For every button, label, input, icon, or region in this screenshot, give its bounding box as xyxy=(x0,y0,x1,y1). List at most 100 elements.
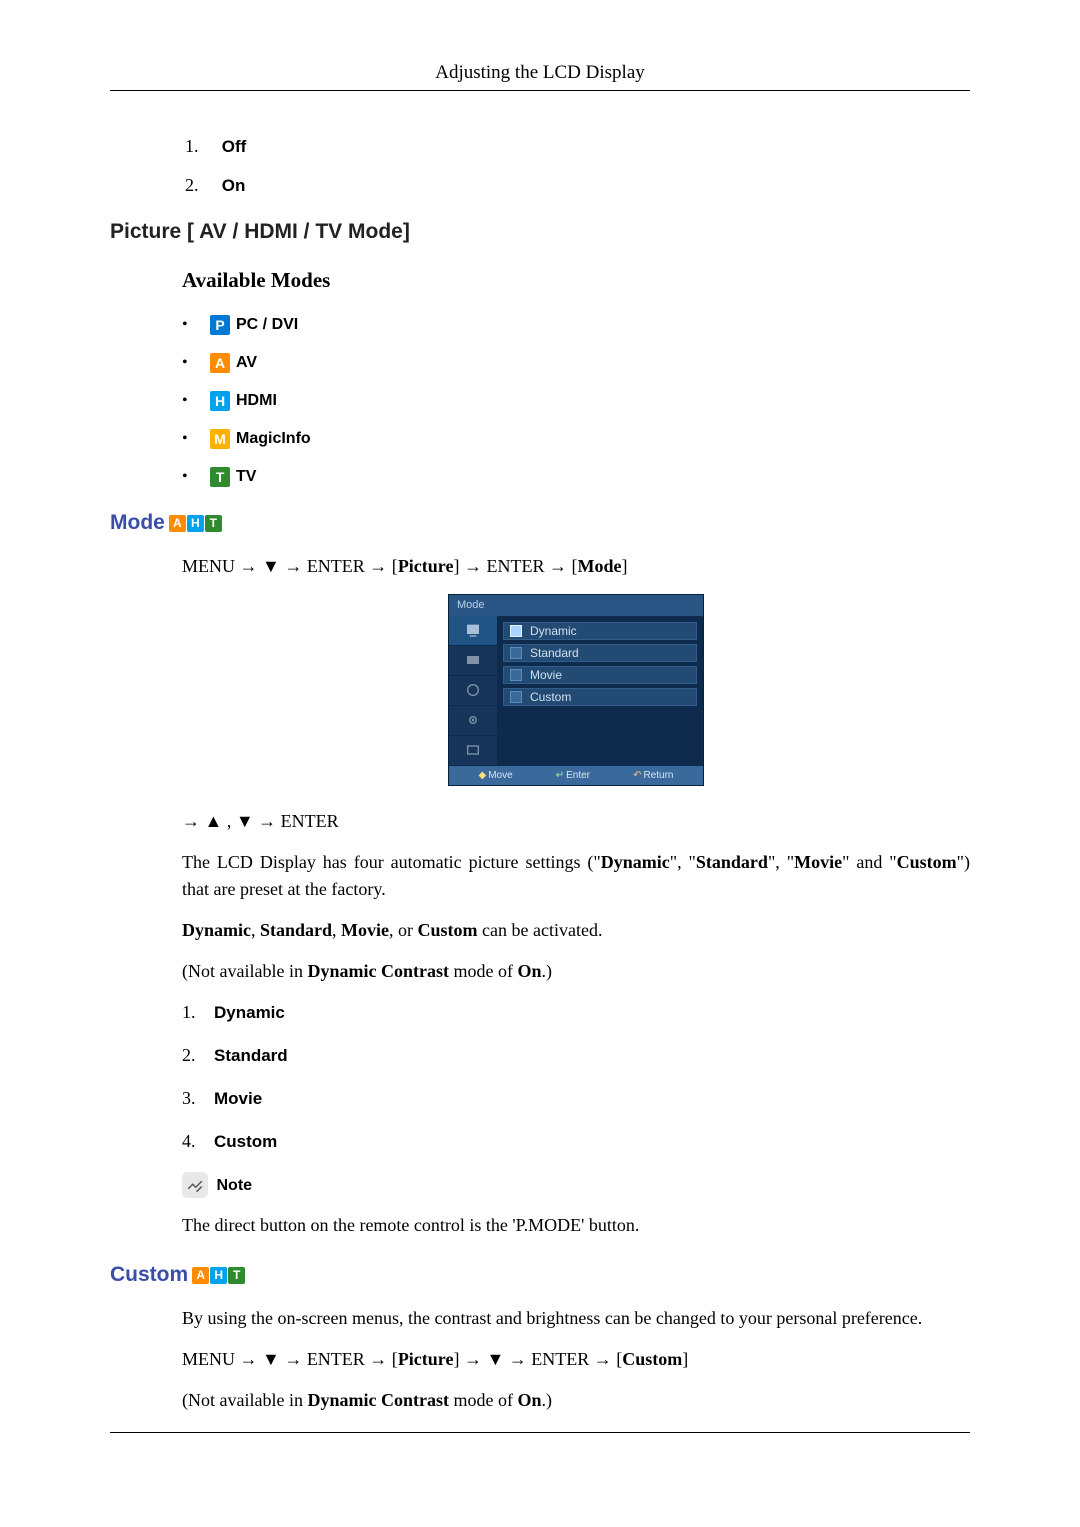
off-on-list: 1. Off 2. On xyxy=(185,136,970,196)
osd-sidebar xyxy=(449,616,497,766)
osd-item-label: Custom xyxy=(530,688,571,706)
osd-footer-move: ◆Move xyxy=(479,768,513,783)
nav-instruction: → ▲ , ▼ → ENTER xyxy=(182,808,970,835)
available-modes-heading: Available Modes xyxy=(182,268,970,293)
note-icon xyxy=(182,1172,208,1198)
p-badge-icon: P xyxy=(210,315,230,335)
text: , xyxy=(251,920,260,940)
list-item: 3.Movie xyxy=(182,1085,970,1112)
text-bold: Dynamic Contrast xyxy=(307,1390,449,1410)
mode-item-tv: • T TV xyxy=(182,467,970,487)
text: ] → ▼ → ENTER → [ xyxy=(453,1349,622,1369)
mode-description-2: Dynamic, Standard, Movie, or Custom can … xyxy=(182,917,970,944)
a-badge-icon: A xyxy=(192,1267,209,1284)
section-picture-heading: Picture [ AV / HDMI / TV Mode] xyxy=(110,220,970,244)
item-value: Movie xyxy=(214,1089,262,1108)
text-bold: Custom xyxy=(418,920,478,940)
mode-item-hdmi: • H HDMI xyxy=(182,391,970,411)
text: can be activated. xyxy=(478,920,603,940)
osd-footer-return: ↶Return xyxy=(633,768,673,783)
bullet-icon: • xyxy=(182,316,210,334)
note-header: Note xyxy=(182,1171,970,1199)
text: MENU → ▼ → ENTER → [ xyxy=(182,1349,398,1369)
custom-heading-text: Custom xyxy=(110,1263,188,1287)
custom-badge-group: A H T xyxy=(192,1267,246,1284)
note-text: The direct button on the remote control … xyxy=(182,1212,970,1239)
text: ", " xyxy=(670,852,696,872)
menu-path: MENU → ▼ → ENTER → [Picture] → ENTER → [… xyxy=(182,553,970,580)
t-badge-icon: T xyxy=(210,467,230,487)
osd-side-item-picture xyxy=(449,616,497,646)
text-bold: On xyxy=(517,1390,541,1410)
osd-body: Dynamic Standard Movie Custom xyxy=(449,616,703,766)
available-modes-list: • P PC / DVI • A AV • H HDMI • M MagicIn… xyxy=(182,315,970,487)
custom-menupath: MENU → ▼ → ENTER → [Picture] → ▼ → ENTER… xyxy=(182,1346,970,1373)
osd-item-label: Dynamic xyxy=(530,622,577,640)
h-badge-icon: H xyxy=(187,515,204,532)
t-badge-icon: T xyxy=(228,1267,245,1284)
page-header-title: Adjusting the LCD Display xyxy=(110,0,970,88)
bullet-icon: • xyxy=(182,430,210,448)
text: .) xyxy=(541,1390,552,1410)
custom-body: By using the on-screen menus, the contra… xyxy=(182,1305,970,1414)
item-number: 3. xyxy=(182,1085,214,1112)
mode-description-1: The LCD Display has four automatic pictu… xyxy=(182,849,970,903)
mode-badge-group: A H T xyxy=(169,515,223,532)
osd-side-item-channel xyxy=(449,676,497,706)
text-bold: Standard xyxy=(696,852,768,872)
text-bold: Custom xyxy=(897,852,957,872)
bullet-icon: • xyxy=(182,468,210,486)
text: (Not available in xyxy=(182,1390,307,1410)
item-value: Standard xyxy=(214,1046,288,1065)
menupath-text: ] → ENTER → [ xyxy=(453,556,577,576)
custom-description: By using the on-screen menus, the contra… xyxy=(182,1305,970,1332)
mode-label: PC / DVI xyxy=(236,316,298,334)
item-number: 2. xyxy=(185,175,217,196)
osd-footer-enter: ↵Enter xyxy=(556,768,590,783)
text: .) xyxy=(541,961,552,981)
osd-item-standard: Standard xyxy=(503,644,697,662)
t-badge-icon: T xyxy=(205,515,222,532)
text: , or xyxy=(389,920,418,940)
list-item: 1.Dynamic xyxy=(182,999,970,1026)
bullet-icon: • xyxy=(182,354,210,372)
list-item: 4.Custom xyxy=(182,1128,970,1155)
text: mode of xyxy=(449,1390,517,1410)
menupath-text: MENU → ▼ → ENTER → [ xyxy=(182,556,398,576)
osd-item-custom: Custom xyxy=(503,688,697,706)
osd-side-item-input xyxy=(449,736,497,766)
osd-footer-label: Return xyxy=(643,770,673,781)
mode-option-list: 1.Dynamic 2.Standard 3.Movie 4.Custom xyxy=(182,999,970,1155)
text: " and " xyxy=(842,852,897,872)
mode-heading: Mode A H T xyxy=(110,511,970,535)
text: The LCD Display has four automatic pictu… xyxy=(182,852,601,872)
menupath-text: ] xyxy=(621,556,627,576)
text: mode of xyxy=(449,961,517,981)
osd-item-label: Movie xyxy=(530,666,562,684)
text-bold: On xyxy=(517,961,541,981)
text-bold: Dynamic xyxy=(601,852,670,872)
text: (Not available in xyxy=(182,961,307,981)
custom-heading: Custom A H T xyxy=(110,1263,970,1287)
osd-marker-icon xyxy=(510,669,522,681)
item-number: 1. xyxy=(185,136,217,157)
text: ", " xyxy=(768,852,794,872)
list-item: 1. Off xyxy=(185,136,970,157)
osd-marker-icon xyxy=(510,625,522,637)
custom-availability: (Not available in Dynamic Contrast mode … xyxy=(182,1387,970,1414)
mode-label: MagicInfo xyxy=(236,430,311,448)
osd-list: Dynamic Standard Movie Custom xyxy=(497,616,703,766)
text-bold: Movie xyxy=(341,920,389,940)
h-badge-icon: H xyxy=(210,391,230,411)
footer-divider xyxy=(110,1432,970,1433)
item-value: Custom xyxy=(214,1132,277,1151)
text-bold: Movie xyxy=(794,852,842,872)
osd-item-label: Standard xyxy=(530,644,579,662)
text-bold: Dynamic xyxy=(182,920,251,940)
m-badge-icon: M xyxy=(210,429,230,449)
text-bold: Custom xyxy=(622,1349,682,1369)
text: , xyxy=(332,920,341,940)
a-badge-icon: A xyxy=(210,353,230,373)
osd-footer-label: Move xyxy=(488,770,512,781)
item-number: 4. xyxy=(182,1128,214,1155)
